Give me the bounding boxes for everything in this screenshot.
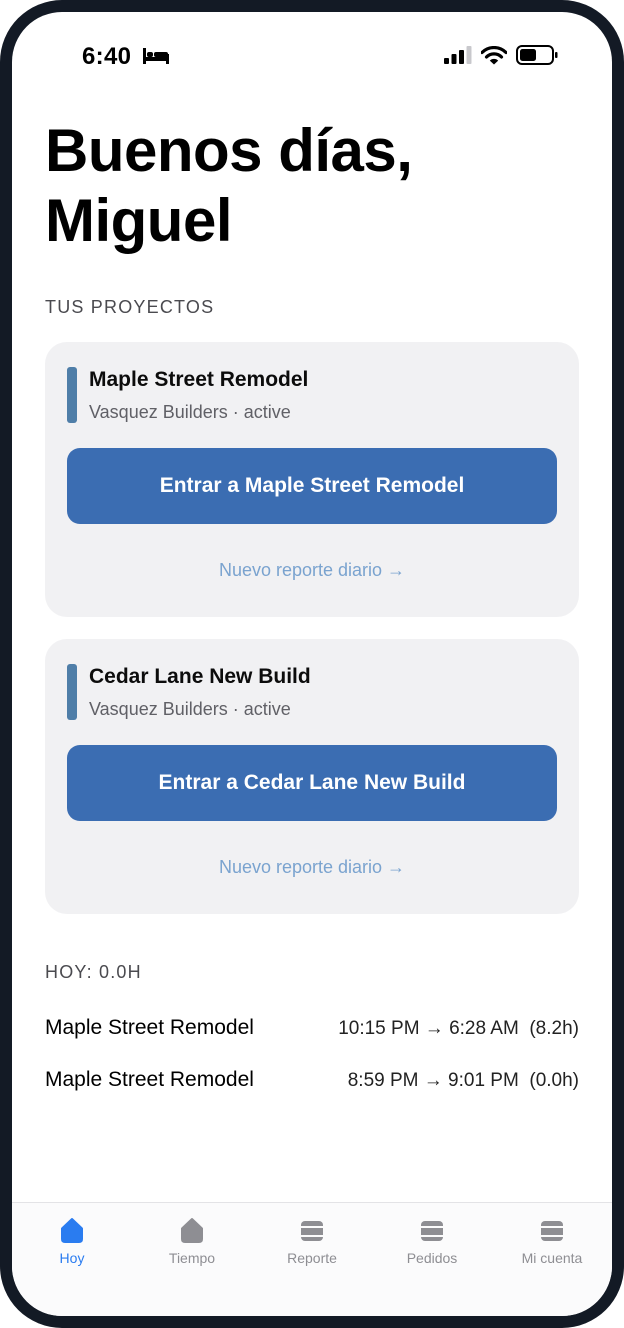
today-hours-label: HOY: 0.0H xyxy=(45,962,142,982)
project-color-bar xyxy=(67,367,77,423)
tab-tiempo[interactable]: Tiempo xyxy=(132,1203,252,1283)
tab-bar: Hoy Tiempo Reporte Pedidos Mi cuenta xyxy=(12,1202,612,1316)
tab-pedidos[interactable]: Pedidos xyxy=(372,1203,492,1283)
new-daily-report-link[interactable]: Nuevo reporte diario → xyxy=(45,857,579,878)
tab-label: Pedidos xyxy=(406,1250,458,1266)
project-subtitle: Vasquez Builders · active xyxy=(89,699,291,719)
project-color-bar xyxy=(67,664,77,720)
greeting-name: Miguel xyxy=(45,187,233,254)
signal-icon xyxy=(444,46,472,64)
bed-icon xyxy=(143,48,169,64)
project-title: Cedar Lane New Build xyxy=(89,665,311,688)
home-icon xyxy=(181,1218,203,1243)
phone-frame: 6:40 Buenos días, Miguel TUS PROYECTOS M… xyxy=(0,0,624,1328)
greeting-title: Buenos días, Miguel xyxy=(45,116,565,256)
tray-icon xyxy=(541,1221,563,1241)
time-entry-row[interactable]: Maple Street Remodel 10:15 PM → 6:28 AM … xyxy=(45,1016,579,1046)
projects-section-label: TUS PROYECTOS xyxy=(45,297,215,317)
tab-reporte[interactable]: Reporte xyxy=(252,1203,372,1283)
greeting-line-1: Buenos días, xyxy=(45,117,413,184)
project-card: Maple Street Remodel Vasquez Builders · … xyxy=(45,342,579,617)
battery-icon xyxy=(516,45,558,65)
home-icon xyxy=(61,1218,83,1243)
enter-project-button[interactable]: Entrar a Maple Street Remodel xyxy=(67,448,557,524)
time-entry-range: 10:15 PM → 6:28 AM (8.2h) xyxy=(338,1018,579,1039)
new-daily-report-link[interactable]: Nuevo reporte diario → xyxy=(45,560,579,581)
time-entry-project: Maple Street Remodel xyxy=(45,1068,254,1091)
tab-label: Tiempo xyxy=(168,1250,216,1266)
time-entry-range: 8:59 PM → 9:01 PM (0.0h) xyxy=(347,1070,579,1091)
wifi-icon xyxy=(481,45,507,64)
tab-hoy[interactable]: Hoy xyxy=(12,1203,132,1283)
screen: 6:40 Buenos días, Miguel TUS PROYECTOS M… xyxy=(12,12,612,1316)
time-entry-row[interactable]: Maple Street Remodel 8:59 PM → 9:01 PM (… xyxy=(45,1068,579,1098)
project-subtitle: Vasquez Builders · active xyxy=(89,402,291,422)
status-time: 6:40 xyxy=(82,43,132,70)
project-title: Maple Street Remodel xyxy=(89,368,309,391)
tray-icon xyxy=(421,1221,443,1241)
project-card: Cedar Lane New Build Vasquez Builders · … xyxy=(45,639,579,914)
enter-project-button[interactable]: Entrar a Cedar Lane New Build xyxy=(67,745,557,821)
tab-label: Reporte xyxy=(287,1250,337,1266)
tab-label: Hoy xyxy=(59,1250,85,1266)
time-entry-project: Maple Street Remodel xyxy=(45,1016,254,1039)
tab-mi-cuenta[interactable]: Mi cuenta xyxy=(492,1203,612,1283)
status-bar: 6:40 xyxy=(12,12,612,82)
tray-icon xyxy=(301,1221,323,1241)
tab-label: Mi cuenta xyxy=(521,1250,583,1266)
